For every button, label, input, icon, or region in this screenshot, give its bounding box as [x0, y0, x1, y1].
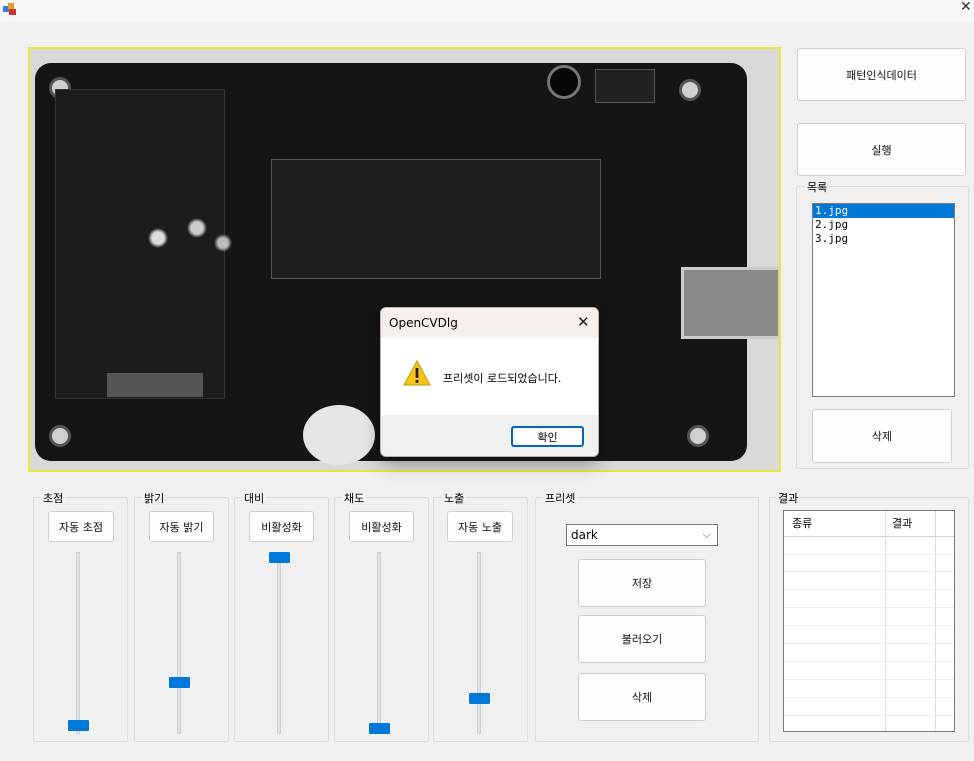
list-item[interactable]: 3.jpg — [813, 232, 954, 246]
list-group-label: 목록 — [805, 179, 830, 195]
list-item[interactable]: 1.jpg — [813, 204, 954, 218]
window-close-button[interactable]: ✕ — [960, 0, 972, 15]
pattern-data-button[interactable]: 패턴인식데이터 — [797, 48, 966, 101]
ok-button[interactable]: 확인 — [511, 426, 584, 447]
dialog-title: OpenCVDlg — [389, 316, 458, 330]
contrast-disable-button[interactable]: 비활성화 — [249, 511, 314, 542]
exposure-label: 노출 — [442, 490, 467, 506]
preset-select-value: dark — [571, 528, 598, 542]
app-icon — [3, 3, 16, 15]
preset-select[interactable]: dark ⌵ — [566, 524, 718, 546]
auto-brightness-button[interactable]: 자동 밝기 — [149, 511, 214, 542]
focus-slider-track[interactable] — [76, 552, 80, 734]
brightness-label: 밝기 — [142, 490, 167, 506]
dialog-close-button[interactable]: ✕ — [577, 313, 590, 331]
result-grid[interactable]: 종류 결과 — [783, 510, 955, 732]
column-header-type[interactable]: 종류 — [792, 515, 812, 531]
list-delete-button[interactable]: 삭제 — [812, 409, 952, 463]
focus-slider-thumb[interactable] — [68, 720, 89, 731]
message-dialog: OpenCVDlg ✕ 프리셋이 로드되었습니다. 확인 — [380, 307, 599, 457]
saturation-label: 채도 — [342, 490, 367, 506]
brightness-slider-track[interactable] — [177, 552, 181, 734]
dialog-message: 프리셋이 로드되었습니다. — [443, 372, 562, 385]
preset-delete-button[interactable]: 삭제 — [578, 673, 706, 721]
exposure-slider-track[interactable] — [477, 552, 481, 734]
file-list[interactable]: 1.jpg 2.jpg 3.jpg — [812, 203, 955, 397]
preset-save-button[interactable]: 저장 — [578, 559, 706, 607]
saturation-slider-thumb[interactable] — [369, 723, 390, 734]
focus-label: 초점 — [41, 490, 66, 506]
column-header-result[interactable]: 결과 — [892, 515, 912, 531]
preset-label: 프리셋 — [543, 490, 578, 506]
auto-exposure-button[interactable]: 자동 노출 — [447, 511, 513, 542]
list-item[interactable]: 2.jpg — [813, 218, 954, 232]
result-label: 결과 — [776, 490, 801, 506]
auto-focus-button[interactable]: 자동 초점 — [48, 511, 114, 542]
title-bar — [0, 0, 974, 22]
saturation-disable-button[interactable]: 비활성화 — [349, 511, 414, 542]
warning-icon — [403, 360, 431, 386]
brightness-slider-thumb[interactable] — [169, 677, 190, 688]
contrast-label: 대비 — [242, 490, 267, 506]
contrast-slider-track[interactable] — [277, 552, 281, 734]
exposure-slider-thumb[interactable] — [469, 693, 490, 704]
chevron-down-icon: ⌵ — [702, 528, 711, 541]
saturation-slider-track[interactable] — [377, 552, 381, 734]
run-button[interactable]: 실행 — [797, 123, 966, 176]
contrast-slider-thumb[interactable] — [269, 552, 290, 563]
preset-load-button[interactable]: 불러오기 — [578, 615, 706, 663]
